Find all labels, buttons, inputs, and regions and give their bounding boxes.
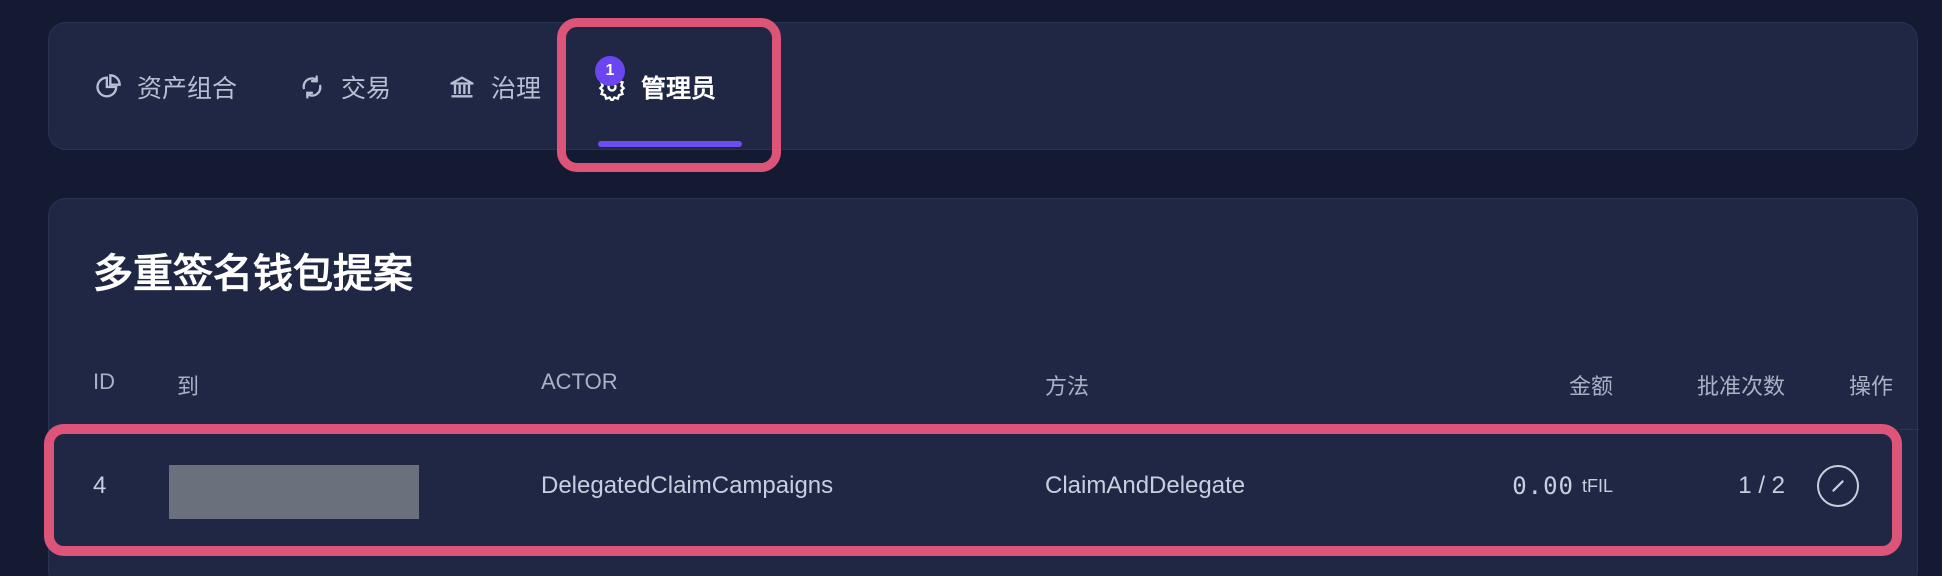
page-title: 多重签名钱包提案 — [93, 251, 413, 297]
tab-bar: 资产组合 交易 治理 1 管理员 — [48, 22, 1918, 150]
tab-label: 管理员 — [641, 74, 717, 103]
cell-actor: DelegatedClaimCampaigns — [541, 472, 834, 499]
active-tab-indicator — [598, 141, 742, 147]
refresh-icon — [297, 72, 327, 102]
tab-transactions[interactable]: 交易 — [297, 23, 391, 151]
bank-icon — [447, 72, 477, 102]
tab-portfolio[interactable]: 资产组合 — [93, 23, 237, 151]
amount-value: 0.00 — [1512, 472, 1574, 500]
column-header-actions: 操作 — [1848, 374, 1893, 399]
tab-label: 治理 — [491, 74, 542, 103]
column-header-actor: ACTOR — [541, 369, 618, 394]
header-divider — [49, 429, 1919, 430]
column-header-method: 方法 — [1045, 374, 1090, 399]
notification-badge: 1 — [595, 56, 625, 86]
gear-icon: 1 — [595, 56, 627, 102]
cell-method: ClaimAndDelegate — [1045, 472, 1246, 499]
page: 资产组合 交易 治理 1 管理员 多重签名钱包提案 ID 到 ACTOR 方法 … — [0, 0, 1942, 576]
column-header-to: 到 — [177, 374, 200, 399]
tab-governance[interactable]: 治理 — [447, 23, 541, 151]
cancel-proposal-button[interactable] — [1817, 465, 1859, 507]
column-header-id: ID — [93, 369, 115, 394]
tab-admin[interactable]: 1 管理员 — [595, 23, 717, 151]
tab-label: 资产组合 — [137, 74, 238, 103]
proposals-panel: 多重签名钱包提案 ID 到 ACTOR 方法 金额 批准次数 操作 4 Dele… — [48, 198, 1919, 576]
tab-label: 交易 — [341, 74, 392, 103]
cell-amount: 0.00 tFIL — [1413, 431, 1613, 541]
column-header-approvals: 批准次数 — [1696, 374, 1785, 399]
cancel-circle-icon — [1832, 480, 1844, 492]
redacted-address — [169, 465, 419, 519]
table-row[interactable]: 4 DelegatedClaimCampaigns ClaimAndDelega… — [49, 431, 1919, 541]
column-header-amount: 金额 — [1568, 374, 1613, 399]
amount-unit: tFIL — [1581, 475, 1613, 496]
cell-id: 4 — [93, 472, 107, 499]
cell-approvals: 1 / 2 — [1738, 472, 1785, 499]
pie-chart-icon — [93, 72, 123, 102]
